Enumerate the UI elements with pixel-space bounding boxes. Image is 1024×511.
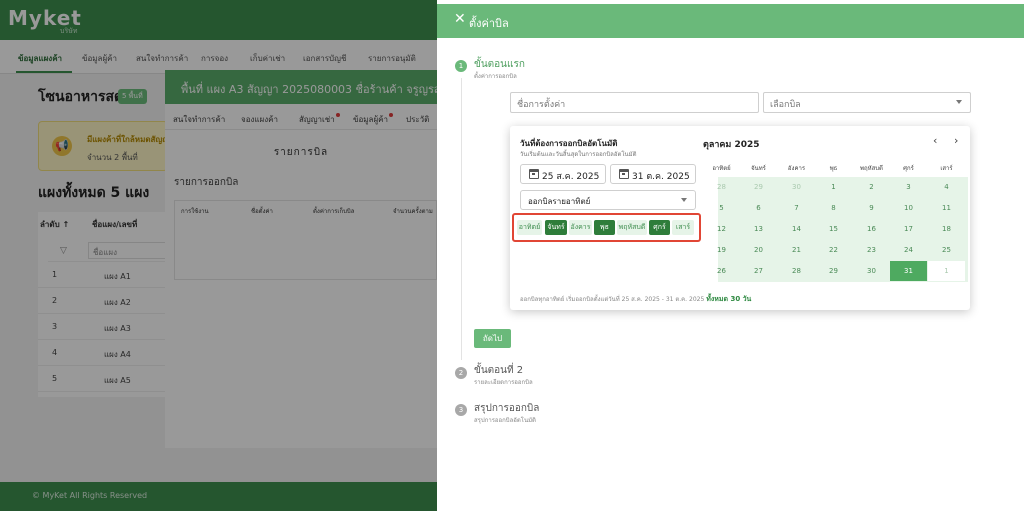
day-chip-saturday[interactable]: เสาร์ (672, 220, 694, 235)
calendar-day[interactable]: 30 (853, 261, 890, 281)
billing-total-days: ทั้งหมด 30 วัน (706, 295, 752, 303)
weekday-selector: อาทิตย์ จันทร์ อังคาร พุธ พฤหัสบดี ศุกร์… (512, 213, 701, 242)
auto-bill-date-popup: วันที่ต้องการออกบิลอัตโนมัติ วันเริ่มต้น… (510, 126, 970, 310)
calendar-day[interactable]: 9 (853, 198, 890, 218)
calendar-day[interactable]: 12 (703, 219, 740, 239)
step-1-badge: 1 (455, 60, 467, 72)
popup-subtitle: วันเริ่มต้นและวันสิ้นสุดในการออกบิลอัตโน… (520, 151, 637, 158)
calendar-day[interactable]: 16 (853, 219, 890, 239)
calendar-day[interactable]: 27 (740, 261, 777, 281)
weekday-header: จันทร์ (751, 165, 766, 172)
calendar-day[interactable]: 5 (703, 198, 740, 218)
billing-summary: ออกบิลทุกอาทิตย์ เริ่มออกบิลตั้งแต่วันที… (520, 294, 751, 305)
step-3-subtitle: สรุปการออกบิลอัตโนมัติ (474, 417, 536, 424)
calendar-day[interactable]: 23 (853, 240, 890, 260)
end-date-field[interactable]: 31 ต.ค. 2025 (610, 164, 696, 184)
calendar-day[interactable]: 22 (815, 240, 852, 260)
bill-settings-drawer: ✕ ตั้งค่าบิล 1 ขั้นตอนแรก ตั้งค่าการออกบ… (437, 0, 1024, 511)
calendar-day[interactable]: 25 (928, 240, 965, 260)
calendar-day[interactable]: 29 (740, 177, 777, 197)
step-2-badge: 2 (455, 367, 467, 379)
bill-select-value: เลือกบิล (770, 100, 801, 110)
chevron-down-icon (956, 100, 962, 104)
weekday-header: อังคาร (787, 165, 806, 172)
calendar-day[interactable]: 11 (928, 198, 965, 218)
calendar-day[interactable]: 3 (890, 177, 927, 197)
calendar-day[interactable]: 19 (703, 240, 740, 260)
calendar-day[interactable]: 24 (890, 240, 927, 260)
start-date-value: 25 ส.ค. 2025 (542, 172, 600, 182)
drawer-header: ✕ ตั้งค่าบิล (437, 4, 1024, 38)
day-chip-tuesday[interactable]: อังคาร (569, 220, 592, 235)
calendar-day[interactable]: 28 (703, 177, 740, 197)
day-chip-sunday[interactable]: อาทิตย์ (517, 220, 542, 235)
calendar-day[interactable]: 17 (890, 219, 927, 239)
calendar-day[interactable]: 18 (928, 219, 965, 239)
weekday-header: เสาร์ (940, 165, 953, 172)
drawer-title: ตั้งค่าบิล (469, 17, 509, 30)
calendar-day[interactable]: 28 (778, 261, 815, 281)
step-3-title[interactable]: สรุปการออกบิล (474, 401, 539, 416)
billing-mode-value: ออกบิลรายอาทิตย์ (528, 197, 591, 206)
calendar-day[interactable]: 30 (778, 177, 815, 197)
start-date-field[interactable]: 25 ส.ค. 2025 (520, 164, 606, 184)
next-month-icon[interactable]: › (954, 134, 958, 147)
next-button[interactable]: ถัดไป (474, 329, 511, 348)
calendar-day[interactable]: 2 (853, 177, 890, 197)
calendar-day[interactable]: 20 (740, 240, 777, 260)
step-1-subtitle: ตั้งค่าการออกบิล (474, 73, 517, 80)
calendar-day[interactable]: 26 (703, 261, 740, 281)
day-chip-wednesday[interactable]: พุธ (594, 220, 615, 235)
end-date-value: 31 ต.ค. 2025 (632, 172, 690, 182)
chevron-down-icon (681, 198, 687, 202)
weekday-header: อาทิตย์ (712, 165, 731, 172)
calendar-day[interactable]: 4 (928, 177, 965, 197)
calendar-day[interactable]: 29 (815, 261, 852, 281)
step-2-title[interactable]: ขั้นตอนที่ 2 (474, 363, 523, 378)
day-chip-thursday[interactable]: พฤหัสบดี (617, 220, 647, 235)
step-3-badge: 3 (455, 404, 467, 416)
calendar-day[interactable]: 14 (778, 219, 815, 239)
bill-select[interactable]: เลือกบิล (763, 92, 971, 113)
calendar-day[interactable]: 8 (815, 198, 852, 218)
billing-summary-text: ออกบิลทุกอาทิตย์ เริ่มออกบิลตั้งแต่วันที… (520, 296, 705, 303)
billing-mode-select[interactable]: ออกบิลรายอาทิตย์ (520, 190, 696, 210)
calendar-grid: 28 29 30 1 2 3 4 5 6 7 8 9 10 11 12 13 14 15 16 17 18 19 20 21 2… (717, 177, 968, 282)
calendar-icon (529, 169, 539, 179)
prev-month-icon[interactable]: ‹ (933, 134, 937, 147)
modal-overlay[interactable] (0, 0, 437, 511)
weekday-header: พุธ (829, 165, 838, 172)
calendar-day[interactable]: 13 (740, 219, 777, 239)
step-1-title[interactable]: ขั้นตอนแรก (474, 57, 525, 72)
calendar-day[interactable]: 21 (778, 240, 815, 260)
calendar-day[interactable]: 15 (815, 219, 852, 239)
calendar-day[interactable]: 10 (890, 198, 927, 218)
calendar-day[interactable]: 1 (815, 177, 852, 197)
step-2-subtitle: รายละเอียดการออกบิล (474, 379, 533, 386)
calendar-month-label: ตุลาคม 2025 (703, 140, 760, 150)
step-connector (461, 78, 462, 360)
day-chip-friday[interactable]: ศุกร์ (649, 220, 670, 235)
calendar-day[interactable]: 7 (778, 198, 815, 218)
calendar-day[interactable]: 31 (890, 261, 927, 281)
day-chip-monday[interactable]: จันทร์ (545, 220, 567, 235)
calendar-day[interactable]: 1 (928, 261, 965, 281)
weekday-header: พฤหัสบดี (860, 165, 883, 172)
weekday-header: ศุกร์ (903, 165, 914, 172)
calendar-day[interactable]: 6 (740, 198, 777, 218)
calendar-icon (619, 169, 629, 179)
setting-name-input[interactable]: ชื่อการตั้งค่า (510, 92, 759, 113)
close-icon[interactable]: ✕ (454, 11, 466, 27)
